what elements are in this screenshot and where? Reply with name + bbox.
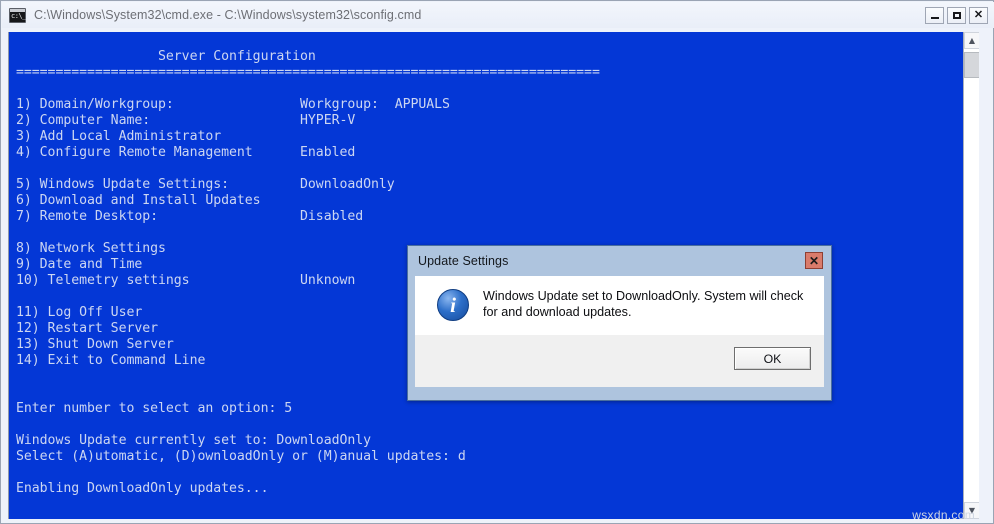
console-scrollbar[interactable]: ▲ ▼	[963, 32, 979, 519]
close-icon: ✕	[808, 253, 820, 268]
dialog-title-bar[interactable]: Update Settings ✕	[408, 246, 831, 276]
cmd-console-icon	[9, 7, 26, 23]
maximize-icon	[952, 12, 961, 19]
dialog-footer: OK	[415, 335, 824, 387]
dialog-close-button[interactable]: ✕	[805, 252, 823, 269]
chevron-up-icon[interactable]: ▲	[964, 32, 979, 49]
cmd-window: C:\Windows\System32\cmd.exe - C:\Windows…	[0, 0, 994, 524]
scrollbar-thumb[interactable]	[964, 52, 979, 78]
info-icon	[437, 289, 469, 321]
window-controls: ✕	[925, 7, 988, 24]
dialog-body: Windows Update set to DownloadOnly. Syst…	[415, 276, 824, 335]
window-title: C:\Windows\System32\cmd.exe - C:\Windows…	[34, 8, 422, 22]
watermark: wsxdn.com	[912, 508, 975, 522]
maximize-button[interactable]	[947, 7, 966, 24]
ok-button[interactable]: OK	[734, 347, 811, 370]
window-title-bar[interactable]: C:\Windows\System32\cmd.exe - C:\Windows…	[2, 2, 994, 28]
update-settings-dialog: Update Settings ✕ Windows Update set to …	[407, 245, 832, 401]
close-button[interactable]: ✕	[969, 7, 988, 24]
dialog-title: Update Settings	[418, 254, 509, 268]
close-icon: ✕	[973, 9, 984, 21]
minimize-button[interactable]	[925, 7, 944, 24]
ok-button-label: OK	[763, 351, 782, 366]
dialog-message: Windows Update set to DownloadOnly. Syst…	[483, 289, 804, 319]
minimize-icon	[930, 17, 939, 19]
